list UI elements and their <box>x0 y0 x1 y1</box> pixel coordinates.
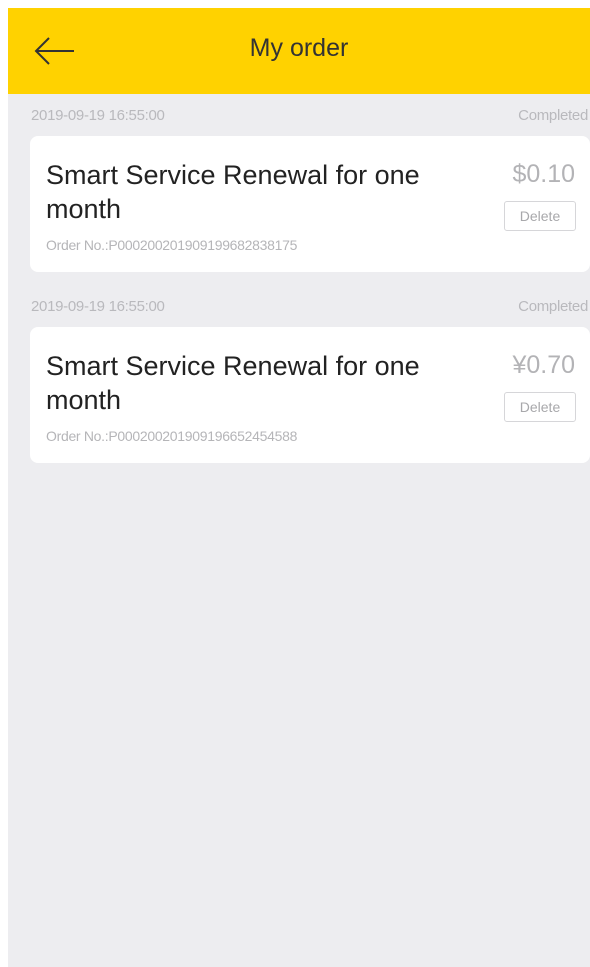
delete-button[interactable]: Delete <box>504 392 576 422</box>
order-group-header: 2019-09-19 16:55:00 Completed <box>8 293 590 323</box>
order-number: Order No.:P00020020190919968283817​5 <box>46 237 298 253</box>
order-datetime: 2019-09-19 16:55:00 <box>31 298 165 315</box>
order-group-header: 2019-09-19 16:55:00 Completed <box>8 102 590 132</box>
delete-button[interactable]: Delete <box>504 201 576 231</box>
page-title: My order <box>249 34 349 62</box>
arrow-left-icon <box>34 37 74 65</box>
top-bar: My order <box>8 8 590 94</box>
order-number: Order No.:P000200201909196652454588 <box>46 428 298 444</box>
order-product-name: Smart Service Renewal for one month <box>46 160 420 224</box>
order-product-name: Smart Service Renewal for one month <box>46 351 420 415</box>
order-price: $0.10 <box>512 160 575 188</box>
order-datetime: 2019-09-19 16:55:00 <box>31 107 165 124</box>
order-card[interactable]: Smart Service Renewal for one month ¥0.7… <box>30 327 590 463</box>
order-screen: My order 2019-09-19 16:55:00 Completed S… <box>8 8 590 967</box>
order-status: Completed <box>518 298 588 315</box>
order-card[interactable]: Smart Service Renewal for one month $0.1… <box>30 136 590 272</box>
order-price: ¥0.70 <box>512 351 575 379</box>
order-status: Completed <box>518 107 588 124</box>
back-button[interactable] <box>22 26 82 76</box>
